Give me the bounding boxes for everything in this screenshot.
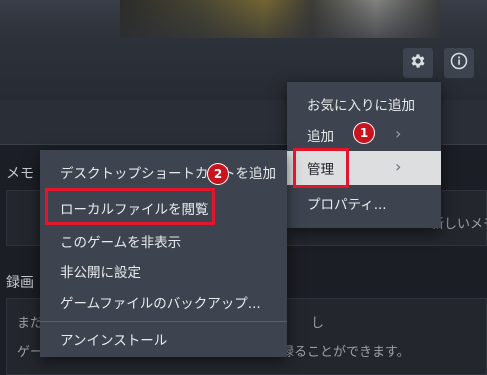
menu-item-label: アンインストール [60, 332, 168, 349]
info-button[interactable] [444, 48, 474, 78]
memo-section-title: メモ [6, 166, 34, 182]
recording-line2-tail: 録ることができます。 [281, 345, 410, 360]
step-marker-1: 1 [353, 122, 375, 144]
menu-item-label: このゲームを非表示 [60, 234, 182, 251]
menu-item-add-favorite[interactable]: お気に入りに追加 [287, 87, 441, 121]
menu-item-label: デスクトップショートカットを追加 [60, 165, 276, 182]
menu-item-label: ローカルファイルを閲覧 [60, 201, 209, 218]
submenu-item-uninstall[interactable]: アンインストール [40, 322, 287, 355]
chevron-right-icon: › [395, 157, 402, 176]
menu-item-properties[interactable]: プロパティ... [287, 186, 441, 220]
submenu-item-backup-game-files[interactable]: ゲームファイルのバックアップ... [40, 285, 287, 318]
menu-item-label: お気に入りに追加 [307, 98, 415, 114]
gear-icon [409, 52, 427, 74]
settings-menu: お気に入りに追加 追加 › 管理 › プロパティ... [287, 82, 441, 228]
manage-submenu: デスクトップショートカットを追加 ローカルファイルを閲覧 このゲームを非表示 非… [40, 150, 287, 357]
submenu-item-add-desktop-shortcut[interactable]: デスクトップショートカットを追加 [40, 155, 287, 188]
chevron-right-icon: › [395, 124, 402, 143]
recording-line1-tail: し [311, 316, 325, 331]
info-icon [450, 52, 468, 74]
menu-item-label: 非公開に設定 [60, 264, 141, 281]
menu-item-manage[interactable]: 管理 › [287, 151, 441, 185]
settings-button[interactable] [403, 48, 433, 78]
submenu-item-browse-local-files[interactable]: ローカルファイルを閲覧 [40, 191, 287, 224]
menu-item-label: 管理 [307, 162, 334, 178]
submenu-item-mark-private[interactable]: 非公開に設定 [40, 254, 287, 287]
menu-item-label: プロパティ... [307, 197, 387, 213]
menu-item-label: 追加 [307, 129, 334, 145]
menu-item-label: ゲームファイルのバックアップ... [60, 295, 261, 312]
submenu-item-hide-game[interactable]: このゲームを非表示 [40, 224, 287, 257]
step-marker-2: 2 [207, 163, 229, 185]
recording-section-title: 録画 [6, 275, 34, 291]
